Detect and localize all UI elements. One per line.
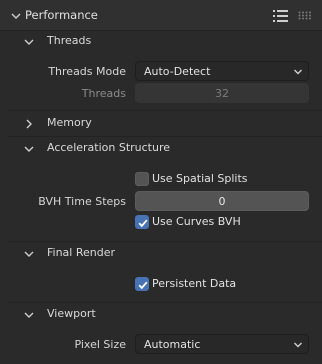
checkmark-icon (138, 281, 148, 290)
pixel-size-value: Automatic (144, 338, 201, 351)
use-curves-bvh-label[interactable]: Use Curves BVH (152, 215, 241, 228)
bvh-time-steps-label: BVH Time Steps (38, 195, 126, 208)
use-curves-bvh-checkbox[interactable] (135, 215, 149, 229)
pixel-size-dropdown[interactable]: Automatic (135, 334, 309, 354)
divider (8, 136, 322, 137)
threads-count-field: 32 (135, 83, 309, 103)
subpanel-title-viewport: Viewport (47, 307, 96, 320)
persistent-data-checkbox[interactable] (135, 277, 149, 291)
subpanel-header-acceleration-structure[interactable]: Acceleration Structure (8, 138, 322, 160)
chevron-down-icon[interactable] (23, 309, 35, 321)
chevron-down-icon[interactable] (23, 248, 35, 260)
chevron-down-icon (294, 69, 302, 75)
chevron-right-icon[interactable] (23, 118, 35, 130)
pixel-size-label: Pixel Size (74, 338, 126, 351)
list-icon[interactable] (273, 9, 288, 23)
threads-mode-dropdown[interactable]: Auto-Detect (135, 61, 309, 81)
use-spatial-splits-label[interactable]: Use Spatial Splits (152, 172, 248, 185)
subpanel-header-memory[interactable]: Memory (8, 113, 322, 135)
chevron-down-icon[interactable] (23, 143, 35, 155)
bvh-time-steps-value: 0 (218, 195, 226, 208)
threads-mode-label: Threads Mode (48, 65, 126, 78)
use-spatial-splits-checkbox[interactable] (135, 172, 149, 186)
persistent-data-label[interactable]: Persistent Data (152, 277, 236, 290)
panel-title: Performance (25, 8, 98, 22)
subpanel-header-final-render[interactable]: Final Render (8, 243, 322, 265)
panel-header-performance[interactable]: Performance (0, 0, 322, 31)
subpanel-title-threads: Threads (47, 34, 92, 47)
properties-panel: Performance Threads Threads Mode Auto-De… (0, 0, 322, 364)
divider (8, 302, 322, 303)
threads-count-value: 32 (215, 87, 229, 100)
bvh-time-steps-field[interactable]: 0 (135, 191, 309, 211)
chevron-down-icon[interactable] (10, 10, 22, 22)
subpanel-header-viewport[interactable]: Viewport (8, 304, 322, 326)
checkmark-icon (138, 219, 148, 228)
threads-count-label: Threads (81, 87, 126, 100)
chevron-down-icon[interactable] (23, 36, 35, 48)
divider (8, 110, 322, 111)
subpanel-title-final-render: Final Render (47, 246, 116, 259)
subpanel-header-threads[interactable]: Threads (8, 31, 322, 53)
drag-grip-icon[interactable] (298, 11, 312, 20)
chevron-down-icon (294, 342, 302, 348)
subpanel-title-acceleration-structure: Acceleration Structure (47, 141, 171, 154)
threads-mode-value: Auto-Detect (144, 65, 211, 78)
divider (8, 241, 322, 242)
subpanel-title-memory: Memory (47, 116, 92, 129)
